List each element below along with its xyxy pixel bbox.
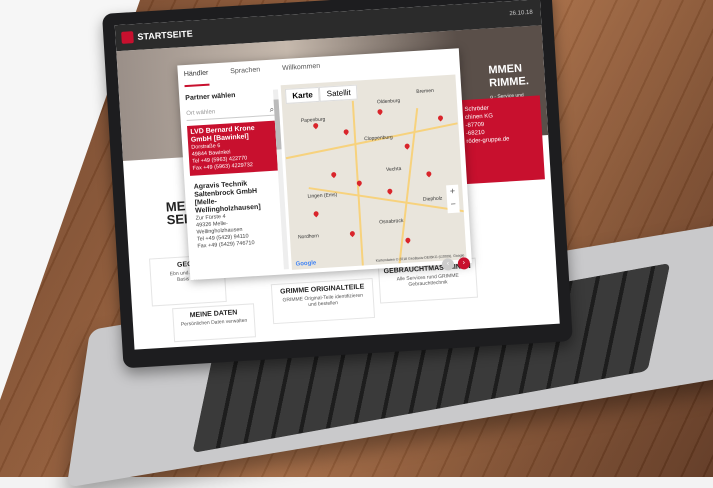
map-city-label: Oldenburg [376,97,401,106]
card-text: Persönlichen Daten verwalten [180,317,248,328]
map-button-karte[interactable]: Karte [284,86,321,104]
tab-willkommen[interactable]: Willkommen [282,63,321,81]
map-pin-icon[interactable] [403,142,411,150]
dealer-name: Agravis Technik Saltenbrock GmbH [Melle-… [193,180,261,215]
search-placeholder: Ort wählen [186,109,216,118]
dealer-item[interactable]: Agravis Technik Saltenbrock GmbH [Melle-… [190,176,282,254]
service-card-originalteile[interactable]: GRIMME ORIGINALTEILE GRIMME Original-Tei… [270,277,376,325]
home-link[interactable]: STARTSEITE [137,29,193,42]
dealer-map[interactable]: Karte Satellit Oldenburg Bremen Papenbur… [280,74,467,270]
dealer-list-panel: Partner wählen Ort wählen ⌕ LVD Bernard … [185,90,284,275]
map-pin-icon[interactable] [386,187,394,195]
tab-sprachen[interactable]: Sprachen [230,66,261,84]
map-pin-icon[interactable] [404,236,412,244]
map-pin-icon[interactable] [376,108,384,116]
map-city-label: Diepholz [422,195,443,203]
map-type-control: Karte Satellit [284,84,359,104]
card-text: GRIMME Original-Teile identifizieren und… [282,292,364,308]
map-city-label: Vechta [385,166,402,173]
brand-logo-icon[interactable] [121,31,134,44]
map-pin-icon[interactable] [348,230,356,238]
google-logo: Google [295,260,317,268]
map-city-label: Lingen (Ems) [307,191,338,200]
partner-title: Partner wählen [185,92,236,103]
map-city-label: Cloppenburg [363,134,393,143]
service-card-meine-daten[interactable]: MEINE DATEN Persönlichen Daten verwalten [172,303,257,343]
tab-haendler[interactable]: Händler [183,69,210,88]
map-city-label: Nordhorn [297,233,320,241]
map-city-label: Osnabrück [379,217,404,226]
location-search-input[interactable]: Ort wählen ⌕ [185,102,275,122]
dealer-item-selected[interactable]: LVD Bernard Krone GmbH [Bawinkel] Dorstr… [186,120,278,176]
map-pin-icon[interactable] [342,128,350,136]
map-pin-icon[interactable] [330,171,338,179]
laptop-screen-frame: STARTSEITE 26.10.18 MMEN RIMME. g - Serv… [102,0,573,369]
laptop-screen: STARTSEITE 26.10.18 MMEN RIMME. g - Serv… [114,0,560,350]
map-zoom-control: + − [446,184,460,214]
zoom-in-icon[interactable]: + [446,185,459,199]
dealer-selection-modal: Händler Sprachen Willkommen Partner wähl… [177,48,472,281]
dealer-contact-box: Schröder chinen KG -87709 -68210 röder-g… [457,95,545,185]
map-pin-icon[interactable] [436,114,445,122]
map-pin-icon[interactable] [425,170,433,178]
hero-headline: MMEN RIMME. [488,62,530,90]
map-button-satellit[interactable]: Satellit [319,84,359,102]
map-pin-icon[interactable] [312,210,320,218]
site-date: 26.10.18 [509,9,533,18]
card-text: Alle Services rund GRIMME Gebrauchttechn… [396,272,459,288]
map-city-label: Bremen [416,87,435,95]
map-pin-icon[interactable] [312,122,320,130]
zoom-out-icon[interactable]: − [447,198,460,212]
